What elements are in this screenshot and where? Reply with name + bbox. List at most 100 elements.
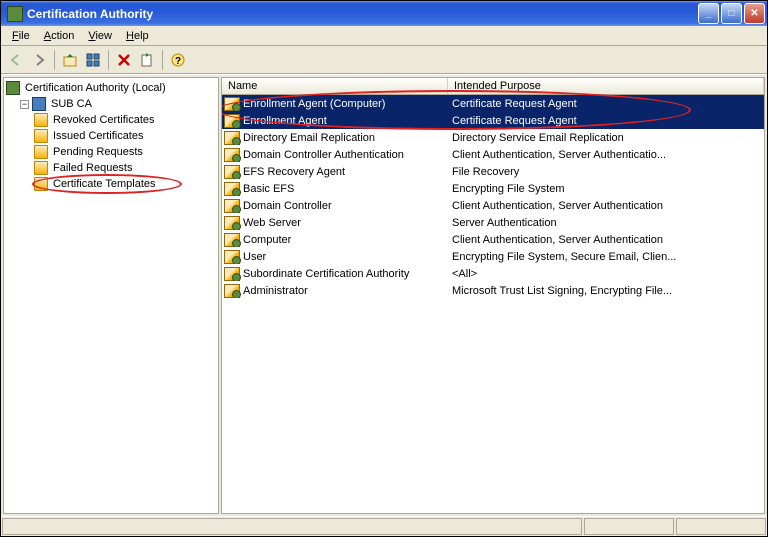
back-button[interactable]	[5, 49, 27, 71]
tree-root-label: Certification Authority (Local)	[23, 82, 168, 94]
window-title: Certification Authority	[27, 7, 698, 21]
tree-item[interactable]: Revoked Certificates	[34, 112, 216, 128]
list-row[interactable]: Enrollment AgentCertificate Request Agen…	[222, 112, 764, 129]
tree-item-label: Pending Requests	[51, 146, 145, 158]
cell-name: Subordinate Certification Authority	[222, 267, 448, 281]
delete-button[interactable]	[113, 49, 135, 71]
forward-button[interactable]	[28, 49, 50, 71]
cell-name: EFS Recovery Agent	[222, 165, 448, 179]
list-row[interactable]: Domain ControllerClient Authentication, …	[222, 197, 764, 214]
cell-name: Administrator	[222, 284, 448, 298]
cell-purpose: Certificate Request Agent	[448, 115, 764, 127]
tree-item[interactable]: Pending Requests	[34, 144, 216, 160]
folder-icon	[34, 113, 48, 127]
list-row[interactable]: Web ServerServer Authentication	[222, 214, 764, 231]
cell-name: Enrollment Agent	[222, 114, 448, 128]
minimize-button[interactable]: _	[698, 3, 719, 24]
tree-sub-ca[interactable]: − SUB CA	[20, 96, 216, 112]
tree-root[interactable]: Certification Authority (Local)	[6, 80, 216, 96]
certificate-template-icon	[224, 97, 240, 111]
tree-item[interactable]: Failed Requests	[34, 160, 216, 176]
cell-purpose: Directory Service Email Replication	[448, 132, 764, 144]
tree-item[interactable]: Issued Certificates	[34, 128, 216, 144]
cell-purpose: Microsoft Trust List Signing, Encrypting…	[448, 285, 764, 297]
status-panel-main	[2, 518, 582, 535]
menu-bar: File Action View Help	[1, 26, 767, 46]
cell-purpose: Certificate Request Agent	[448, 98, 764, 110]
menu-view[interactable]: View	[81, 28, 119, 44]
list-pane[interactable]: Name Intended Purpose Enrollment Agent (…	[221, 77, 765, 514]
cell-name: Domain Controller	[222, 199, 448, 213]
tree-item[interactable]: Certificate Templates	[34, 176, 216, 192]
tree-item-label: Certificate Templates	[51, 178, 158, 190]
svg-text:?: ?	[175, 56, 181, 67]
help-button[interactable]: ?	[167, 49, 189, 71]
list-row[interactable]: Domain Controller AuthenticationClient A…	[222, 146, 764, 163]
certification-authority-window: Certification Authority _ □ ✕ File Actio…	[0, 0, 768, 537]
folder-icon	[34, 177, 48, 191]
toolbar: ?	[1, 46, 767, 74]
tree-sub-label: SUB CA	[49, 98, 94, 110]
cell-purpose: Server Authentication	[448, 217, 764, 229]
list-row[interactable]: ComputerClient Authentication, Server Au…	[222, 231, 764, 248]
tree-item-label: Revoked Certificates	[51, 114, 157, 126]
up-button[interactable]	[59, 49, 81, 71]
title-bar[interactable]: Certification Authority _ □ ✕	[1, 1, 767, 26]
app-icon	[7, 6, 23, 22]
list-row[interactable]: Directory Email ReplicationDirectory Ser…	[222, 129, 764, 146]
server-icon	[32, 97, 46, 111]
certificate-template-icon	[224, 182, 240, 196]
maximize-button[interactable]: □	[721, 3, 742, 24]
properties-button[interactable]	[82, 49, 104, 71]
ca-root-icon	[6, 81, 20, 95]
certificate-template-icon	[224, 250, 240, 264]
status-panel-3	[676, 518, 766, 535]
column-purpose[interactable]: Intended Purpose	[448, 78, 764, 94]
certificate-template-icon	[224, 148, 240, 162]
cell-purpose: <All>	[448, 268, 764, 280]
tree-pane[interactable]: Certification Authority (Local) − SUB CA…	[3, 77, 219, 514]
cell-name: Basic EFS	[222, 182, 448, 196]
column-headers: Name Intended Purpose	[222, 78, 764, 95]
cell-name: User	[222, 250, 448, 264]
collapse-icon[interactable]: −	[20, 100, 29, 109]
toolbar-separator	[162, 50, 163, 70]
certificate-template-icon	[224, 114, 240, 128]
toolbar-separator	[108, 50, 109, 70]
menu-help[interactable]: Help	[119, 28, 156, 44]
list-row[interactable]: Subordinate Certification Authority<All>	[222, 265, 764, 282]
cell-purpose: Client Authentication, Server Authentica…	[448, 234, 764, 246]
folder-icon	[34, 129, 48, 143]
menu-action[interactable]: Action	[37, 28, 82, 44]
close-button[interactable]: ✕	[744, 3, 765, 24]
tree-item-label: Issued Certificates	[51, 130, 145, 142]
cell-purpose: Encrypting File System, Secure Email, Cl…	[448, 251, 764, 263]
list-body[interactable]: Enrollment Agent (Computer)Certificate R…	[222, 95, 764, 513]
certificate-template-icon	[224, 165, 240, 179]
list-row[interactable]: Enrollment Agent (Computer)Certificate R…	[222, 95, 764, 112]
cell-purpose: Client Authentication, Server Authentica…	[448, 200, 764, 212]
cell-name: Enrollment Agent (Computer)	[222, 97, 448, 111]
toolbar-separator	[54, 50, 55, 70]
list-row[interactable]: UserEncrypting File System, Secure Email…	[222, 248, 764, 265]
list-row[interactable]: AdministratorMicrosoft Trust List Signin…	[222, 282, 764, 299]
column-name[interactable]: Name	[222, 78, 448, 94]
cell-purpose: Client Authentication, Server Authentica…	[448, 149, 764, 161]
cell-name: Web Server	[222, 216, 448, 230]
list-row[interactable]: EFS Recovery AgentFile Recovery	[222, 163, 764, 180]
folder-icon	[34, 161, 48, 175]
refresh-button[interactable]	[136, 49, 158, 71]
folder-icon	[34, 145, 48, 159]
certificate-template-icon	[224, 199, 240, 213]
menu-file[interactable]: File	[5, 28, 37, 44]
certificate-template-icon	[224, 267, 240, 281]
tree-item-label: Failed Requests	[51, 162, 135, 174]
list-row[interactable]: Basic EFSEncrypting File System	[222, 180, 764, 197]
status-bar	[1, 516, 767, 536]
cell-purpose: Encrypting File System	[448, 183, 764, 195]
window-buttons: _ □ ✕	[698, 3, 765, 24]
cell-name: Computer	[222, 233, 448, 247]
cell-name: Directory Email Replication	[222, 131, 448, 145]
status-panel-2	[584, 518, 674, 535]
certificate-template-icon	[224, 233, 240, 247]
